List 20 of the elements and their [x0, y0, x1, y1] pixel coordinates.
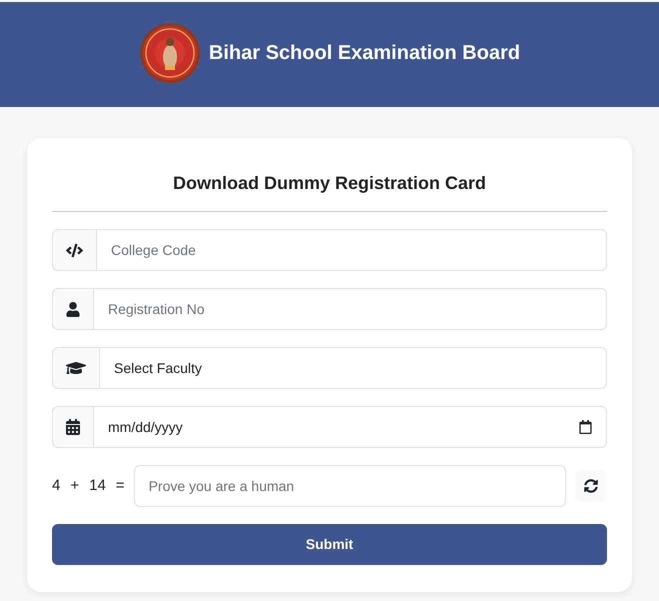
emblem-logo: [138, 22, 201, 84]
header-title: Bihar School Examination Board: [208, 40, 520, 66]
input-field[interactable]: Registration No: [93, 288, 607, 330]
input-field[interactable]: College Code: [96, 229, 607, 271]
date-field[interactable]: mm/dd/yyyy: [93, 406, 607, 448]
captcha-text: 14: [89, 476, 106, 496]
captcha-text: 4: [52, 476, 60, 496]
card-title: Download Dummy Registration Card: [52, 170, 607, 212]
submit-button[interactable]: Submit: [52, 524, 607, 565]
captcha-field[interactable]: Prove you are a human: [134, 465, 566, 507]
user-icon: [66, 302, 80, 316]
select-field[interactable]: Select Faculty: [99, 347, 607, 389]
calendar-icon[interactable]: [579, 420, 592, 434]
graduation-cap-icon: [66, 359, 86, 377]
code-icon: [66, 242, 83, 258]
refresh-icon: [584, 479, 598, 493]
calendar-icon: [66, 419, 80, 435]
captcha-text: +: [70, 476, 80, 496]
refresh-button[interactable]: [575, 470, 607, 502]
captcha-text: =: [116, 476, 125, 496]
